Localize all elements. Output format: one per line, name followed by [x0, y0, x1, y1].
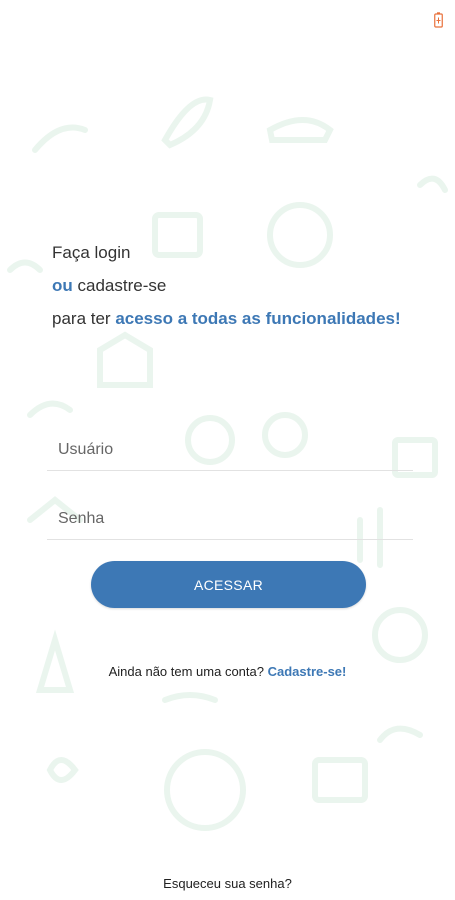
intro-line-login: Faça login — [52, 243, 131, 262]
battery-icon — [434, 12, 443, 28]
intro-access-prefix: para ter — [52, 309, 116, 328]
intro-text: Faça login ou cadastre-se para ter acess… — [52, 236, 452, 335]
username-field-container — [47, 430, 413, 471]
intro-line-access: para ter acesso a todas as funcionalidad… — [52, 302, 452, 335]
signup-link[interactable]: Cadastre-se! — [268, 664, 347, 679]
intro-accent-access: acesso a todas as funcionalidades! — [115, 309, 401, 328]
password-field-container — [47, 499, 413, 540]
intro-line-signup: ou cadastre-se — [52, 269, 452, 302]
password-input[interactable] — [47, 499, 413, 539]
signup-prompt: Ainda não tem uma conta? Cadastre-se! — [0, 664, 455, 679]
login-button[interactable]: ACESSAR — [91, 561, 366, 608]
intro-signup-text: cadastre-se — [72, 276, 167, 295]
signup-prompt-text: Ainda não tem uma conta? — [108, 664, 268, 679]
intro-accent-or: ou — [52, 276, 73, 295]
forgot-password-link[interactable]: Esqueceu sua senha? — [0, 876, 455, 891]
username-input[interactable] — [47, 430, 413, 470]
